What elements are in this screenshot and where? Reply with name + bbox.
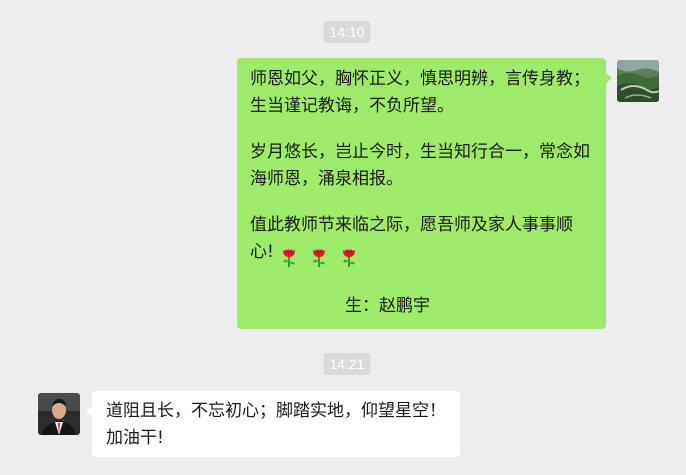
incoming-message-bubble[interactable]: 道阻且长，不忘初心；脚踏实地，仰望星空！加油干! <box>86 391 460 457</box>
contact-avatar[interactable] <box>38 393 80 435</box>
message-signature: 生：赵鹏宇 <box>345 296 430 316</box>
message-paragraph: 值此教师节来临之际，愿吾师及家人事事顺心! <box>250 212 594 271</box>
outgoing-message-bubble[interactable]: 师恩如父，胸怀正义，慎思明辨，言传身教；生当谨记教诲，不负所望。 岁月悠长，岂止… <box>237 58 612 329</box>
person-avatar-image <box>38 393 80 435</box>
rose-emoji-icon <box>312 248 325 267</box>
timestamp: 14:10 <box>323 21 371 43</box>
message-paragraph: 道阻且长，不忘初心；脚踏实地，仰望星空！加油干! <box>106 401 446 448</box>
message-paragraph: 岁月悠长，岂止今时，生当知行合一，常念如海师恩，涌泉相报。 <box>250 142 590 189</box>
self-avatar[interactable] <box>617 60 659 102</box>
landscape-avatar-image <box>617 60 659 102</box>
rose-emoji-icon <box>282 248 295 267</box>
emoji-group <box>274 244 360 271</box>
timestamp: 14:21 <box>323 353 371 375</box>
rose-emoji-icon <box>342 248 355 267</box>
message-paragraph: 师恩如父，胸怀正义，慎思明辨，言传身教；生当谨记教诲，不负所望。 <box>250 69 590 116</box>
